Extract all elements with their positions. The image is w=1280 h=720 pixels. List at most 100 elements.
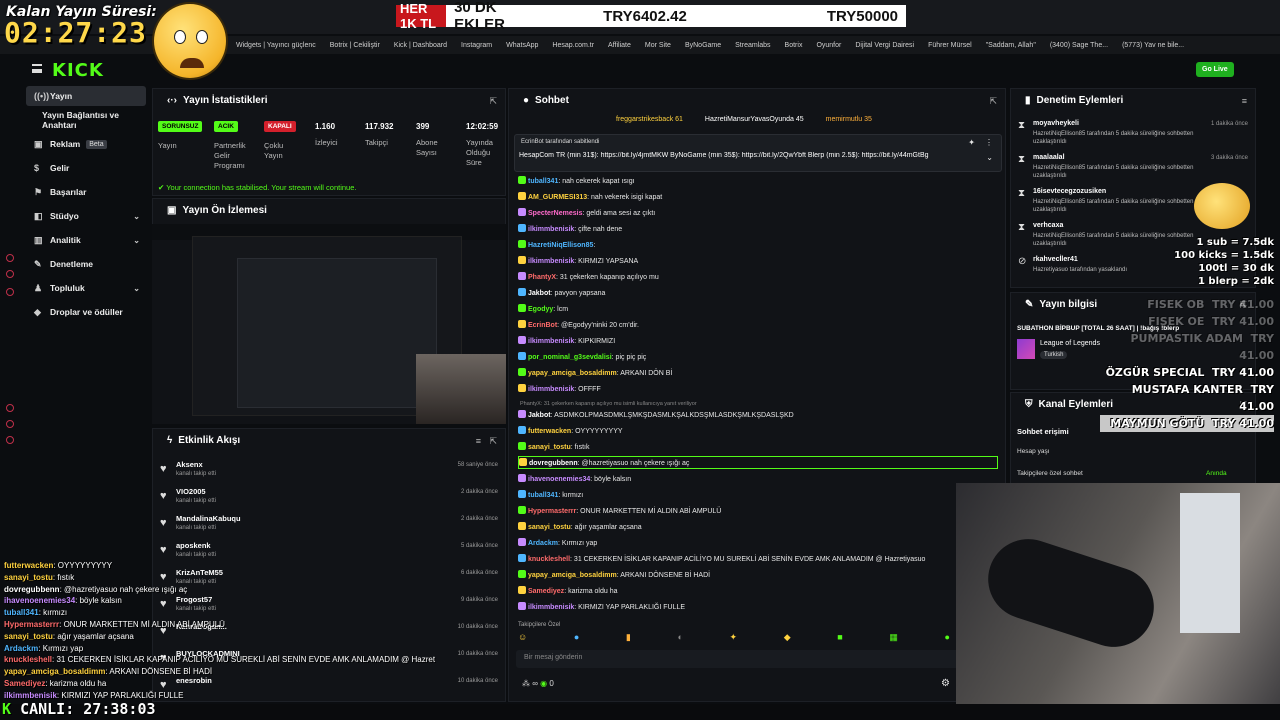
bookmark-link[interactable]: (3400) Sage The... [1050,42,1108,49]
moderated-user[interactable]: moyavheykeli [1033,120,1079,127]
more-icon[interactable]: ⋮ [985,138,993,147]
bookmark-link[interactable]: Kick | Dashboard [394,42,447,49]
emote-icon[interactable]: ■ [837,632,842,646]
chat-username[interactable]: HazretiNiqEllison85 [528,242,593,249]
pin-icon[interactable]: ✦ [968,138,975,147]
chat-username[interactable]: Hypermasterrr [528,508,576,515]
chat-username[interactable]: Jakbot [528,290,551,297]
bookmark-link[interactable]: Widgets | Yayıncı güçlenc [236,42,316,49]
side-channel-icon[interactable] [6,436,14,444]
emote-icon[interactable]: ▦ [889,632,898,646]
moderated-user[interactable]: 16isevtecegzozusiken [1033,188,1106,195]
chat-username[interactable]: AM_GURMESI313 [528,194,587,201]
kick-logo[interactable]: KICK [52,60,104,81]
moderated-user[interactable]: rkahvecİler41 [1033,256,1078,263]
bookmark-link[interactable]: Führer Mürsel [928,42,972,49]
chat-username[interactable]: Jakbot [528,412,551,419]
chat-username[interactable]: futterwacken [528,428,571,435]
chat-username[interactable]: ilkimmbenisik [528,226,574,233]
emote-icon[interactable]: ● [574,632,579,646]
emote-icon[interactable]: ▮ [626,632,631,646]
chevron-down-icon[interactable]: ⌄ [133,212,140,221]
bookmark-link[interactable]: Botrix [785,42,803,49]
filter-icon[interactable]: ≡ [1242,96,1247,106]
stream-preview-video[interactable] [152,224,506,424]
sidebar-item-6[interactable]: ▥ Analitik ⌄ [26,230,146,250]
chat-username[interactable]: dovregubbenn [529,460,578,467]
bookmark-link[interactable]: Dijital Vergi Dairesi [855,42,914,49]
chat-username[interactable]: sanayi_tostu [528,524,571,531]
chat-username[interactable]: SpecterNemesis [528,210,582,217]
chat-input[interactable]: Bir mesaj gönderin [524,654,582,661]
chat-username[interactable]: ilkimmbenisik [528,386,574,393]
chat-username[interactable]: ilkimmbenisik [528,338,574,345]
chat-username[interactable]: sanayi_tostu [528,444,571,451]
settings-gear-icon[interactable]: ⚙ [941,678,950,689]
side-channel-icon[interactable] [6,420,14,428]
emote-icon[interactable]: ☺ [518,632,527,646]
followers-only-value[interactable]: Anında [1206,470,1227,477]
chat-username[interactable]: tuball341 [528,492,558,499]
game-name[interactable]: League of Legends [1040,340,1100,347]
menu-icon[interactable] [32,64,42,73]
gifter-2[interactable]: HazretiMansurYavasOyunda 45 [705,116,804,123]
bookmark-link[interactable]: Mor Site [645,42,671,49]
activity-user[interactable]: enesrobin [176,676,212,685]
chat-username[interactable]: por_nominal_g3sevdalisi [528,354,612,361]
sidebar-item-5[interactable]: ◧ Stüdyo ⌄ [26,206,146,226]
chat-username[interactable]: ihavenoenemies34 [528,476,590,483]
go-live-button[interactable]: Go Live [1196,62,1234,77]
side-channel-icon[interactable] [6,404,14,412]
bookmark-link[interactable]: Affiliate [608,42,631,49]
chevron-down-icon[interactable]: ⌄ [133,236,140,245]
emote-icon[interactable]: ✦ [730,632,738,646]
chat-username[interactable]: PhantyX [528,274,556,281]
gifter-3[interactable]: memirmutlu 35 [826,116,872,123]
bookmark-link[interactable]: Streamlabs [735,42,770,49]
gifter-1[interactable]: freggarstrikesback 61 [616,116,683,123]
expand-icon[interactable]: ⇱ [489,436,497,447]
sidebar-item-7[interactable]: ✎ Denetleme [26,254,146,274]
moderated-user[interactable]: verhcaxa [1033,222,1063,229]
side-channel-icon[interactable] [6,254,14,262]
chat-username[interactable]: ilkimmbenisik [528,258,574,265]
bookmark-link[interactable]: WhatsApp [506,42,538,49]
chevron-down-icon[interactable]: ⌄ [986,153,993,162]
chat-username[interactable]: Egodyy [528,306,553,313]
expand-icon[interactable]: ⇱ [489,96,497,107]
sidebar-item-1[interactable]: Yayın Bağlantısı ve Anahtarı [26,110,146,130]
activity-user[interactable]: aposkenk [176,541,211,550]
emote-icon[interactable]: ● [944,632,949,646]
activity-user[interactable]: Aksenx [176,460,203,469]
followers-only-row[interactable]: Takipçilere özel sohbet [1017,470,1083,477]
bookmark-link[interactable]: Botrix | Cekiliştir [330,42,380,49]
chat-username[interactable]: knuckleshell [528,556,570,563]
expand-icon[interactable]: ⇱ [989,96,997,107]
chevron-down-icon[interactable]: ⌄ [133,284,140,293]
bookmark-link[interactable]: ByNoGame [685,42,721,49]
chat-username[interactable]: ilkimmbenisik [528,604,574,611]
activity-user[interactable]: VIO2005 [176,487,206,496]
bookmark-link[interactable]: Oyunfor [816,42,841,49]
chat-username[interactable]: tuball341 [528,178,558,185]
sidebar-item-4[interactable]: ⚑ Başarılar [26,182,146,202]
bookmark-link[interactable]: "Saddam, Allah" [986,42,1036,49]
chat-username[interactable]: EcrinBot [528,322,557,329]
bookmark-link[interactable]: (5773) Yav ne bile... [1122,42,1184,49]
emote-icon[interactable]: ◆ [784,632,791,646]
emote-icon[interactable]: ◐ [677,632,682,646]
chat-input-box[interactable]: Bir mesaj gönderin [516,650,1002,668]
sidebar-item-9[interactable]: ◆ Droplar ve ödüller [26,302,146,322]
sidebar-item-8[interactable]: ♟ Topluluk ⌄ [26,278,146,298]
chat-username[interactable]: Samediyez [528,588,564,595]
sidebar-item-3[interactable]: $ Gelir [26,158,146,178]
account-age-row[interactable]: Hesap yaşı [1017,448,1050,455]
bookmark-link[interactable]: Instagram [461,42,492,49]
side-channel-icon[interactable] [6,270,14,278]
chat-username[interactable]: yapay_amciga_bosaldimm [528,370,617,377]
side-channel-icon[interactable] [6,288,14,296]
sidebar-item-0[interactable]: ((•)) Yayın [26,86,146,106]
bookmark-link[interactable]: Hesap.com.tr [552,42,594,49]
activity-user[interactable]: Frogost57 [176,595,212,604]
moderated-user[interactable]: maalaalal [1033,154,1065,161]
